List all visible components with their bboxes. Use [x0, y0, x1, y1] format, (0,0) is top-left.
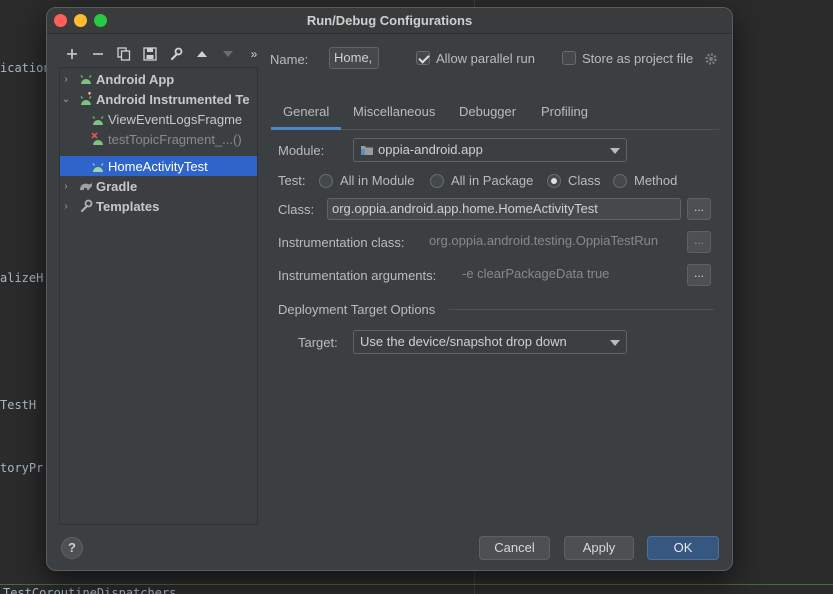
class-input[interactable]: org.oppia.android.app.home.HomeActivityT… [327, 198, 681, 220]
tree-item-label: Android App [96, 71, 175, 87]
tree-item-label: Android Instrumented Te [96, 91, 250, 107]
android-test-icon [78, 91, 94, 107]
android-error-icon [90, 131, 106, 147]
remove-configuration-button[interactable] [85, 44, 111, 64]
radio-class[interactable] [547, 174, 561, 188]
folder-icon [360, 144, 374, 159]
android-test-icon [90, 158, 106, 174]
name-label: Name: [270, 52, 309, 67]
copy-configuration-button[interactable] [111, 44, 137, 64]
module-dropdown[interactable]: oppia-android.app [353, 138, 627, 162]
wrench-icon [170, 47, 183, 61]
chevron-right-icon[interactable]: › [60, 181, 72, 192]
class-browse-button[interactable]: ... [687, 198, 711, 220]
tab-debugger[interactable]: Debugger [459, 104, 516, 119]
tree-item-templates[interactable]: › Templates [60, 196, 257, 216]
radio-method[interactable] [613, 174, 627, 188]
tree-item-label: testTopicFragment_...() [108, 131, 242, 147]
run-debug-configurations-dialog: Run/Debug Configurations » › Android App… [46, 7, 733, 571]
tree-item-label: HomeActivityTest [108, 158, 208, 174]
store-project-label[interactable]: Store as project file [582, 51, 693, 66]
editor-line: TestH [0, 398, 37, 412]
add-configuration-button[interactable] [59, 44, 85, 64]
instrumentation-arguments-browse-button[interactable]: ... [687, 264, 711, 286]
tree-item-label: Gradle [96, 178, 138, 194]
tab-miscellaneous[interactable]: Miscellaneous [353, 104, 435, 119]
plus-icon [67, 49, 77, 59]
wrench-icon [78, 198, 94, 214]
tree-item-label: Templates [96, 198, 160, 214]
tree-item-android-instrumented-tests[interactable]: ⌄ Android Instrumented Te [60, 89, 257, 109]
radio-all-in-package[interactable] [430, 174, 444, 188]
module-label: Module: [278, 143, 325, 158]
name-input[interactable]: Home, [329, 47, 379, 69]
instrumentation-arguments-input[interactable]: -e clearPackageData true [458, 264, 680, 286]
copy-icon [117, 47, 131, 61]
config-tabs: General Miscellaneous Debugger Profiling [270, 98, 719, 130]
tab-general[interactable]: General [270, 104, 342, 130]
tree-item-android-app[interactable]: › Android App [60, 69, 257, 89]
move-up-button[interactable] [189, 44, 215, 64]
android-test-icon [90, 111, 106, 127]
chevron-down-icon[interactable]: ⌄ [60, 94, 72, 105]
apply-button[interactable]: Apply [564, 536, 634, 560]
tree-item-gradle[interactable]: › Gradle [60, 176, 257, 196]
instrumentation-class-input[interactable]: org.oppia.android.testing.OppiaTestRun [425, 231, 681, 253]
test-label: Test: [278, 173, 306, 188]
tab-profiling[interactable]: Profiling [541, 104, 588, 119]
chevron-right-icon[interactable]: › [60, 201, 72, 212]
more-actions-button[interactable]: » [241, 44, 267, 64]
radio-all-in-package-label[interactable]: All in Package [451, 173, 533, 188]
config-toolbar: » [59, 44, 267, 64]
minus-icon [93, 53, 103, 55]
editor-line: toryPr [0, 461, 44, 475]
ok-button[interactable]: OK [647, 536, 719, 560]
edit-templates-button[interactable] [163, 44, 189, 64]
tree-item-label: ViewEventLogsFragme [108, 111, 243, 127]
module-value: oppia-android.app [378, 142, 483, 157]
instrumentation-class-label: Instrumentation class: [278, 235, 405, 250]
instrumentation-arguments-label: Instrumentation arguments: [278, 268, 437, 283]
store-project-checkbox[interactable] [562, 51, 576, 65]
radio-method-label[interactable]: Method [634, 173, 677, 188]
target-dropdown[interactable]: Use the device/snapshot drop down [353, 330, 627, 354]
target-value: Use the device/snapshot drop down [360, 334, 567, 349]
target-label: Target: [298, 335, 338, 350]
arrow-down-icon [223, 51, 233, 57]
section-divider [449, 309, 714, 310]
radio-all-in-module[interactable] [319, 174, 333, 188]
allow-parallel-checkbox[interactable] [416, 51, 430, 65]
configuration-tree: › Android App ⌄ Android Instrumented Te … [59, 67, 258, 525]
tree-item-home-activity-test[interactable]: HomeActivityTest [60, 156, 257, 176]
deployment-section-title: Deployment Target Options [278, 302, 436, 317]
arrow-up-icon [197, 51, 207, 57]
class-label: Class: [278, 202, 315, 217]
radio-all-in-module-label[interactable]: All in Module [340, 173, 414, 188]
chevron-down-icon [610, 340, 620, 346]
move-down-button[interactable] [215, 44, 241, 64]
title-bar: Run/Debug Configurations [47, 8, 732, 34]
gear-icon[interactable] [704, 52, 718, 69]
help-button[interactable]: ? [61, 537, 83, 559]
save-configuration-button[interactable] [137, 44, 163, 64]
cancel-button[interactable]: Cancel [479, 536, 550, 560]
save-icon [143, 47, 157, 61]
dialog-title: Run/Debug Configurations [306, 13, 473, 28]
instrumentation-class-browse-button[interactable]: ... [687, 231, 711, 253]
gradle-icon [78, 178, 94, 194]
editor-bottom-line: TestCoroutineDispatchers [0, 584, 833, 594]
editor-bottom-text: TestCoroutineDispatchers [3, 586, 177, 594]
editor-line: ication [0, 61, 51, 75]
allow-parallel-label[interactable]: Allow parallel run [436, 51, 535, 66]
chevron-down-icon [610, 148, 620, 154]
android-icon [78, 71, 94, 87]
radio-class-label[interactable]: Class [568, 173, 601, 188]
tree-item-test-topic-fragment[interactable]: testTopicFragment_...() [60, 129, 257, 149]
tree-item-view-event-logs-fragment[interactable]: ViewEventLogsFragme [60, 109, 257, 129]
double-chevron-right-icon: » [250, 47, 258, 61]
editor-line: alizeH [0, 271, 44, 285]
chevron-right-icon[interactable]: › [60, 74, 72, 85]
